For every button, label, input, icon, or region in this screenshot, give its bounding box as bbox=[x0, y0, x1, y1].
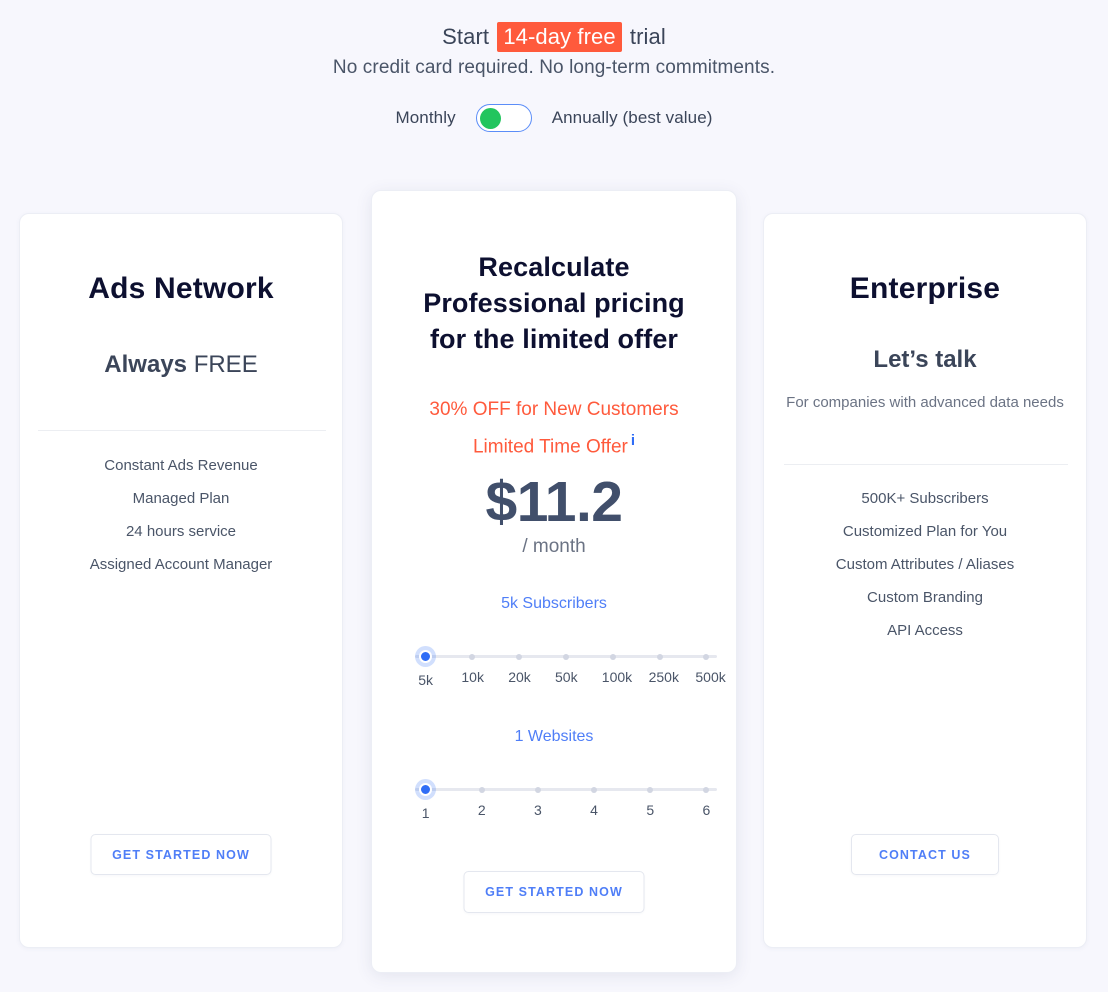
slider-tick[interactable]: 250k bbox=[648, 646, 679, 685]
plan-price-ads-network: Always FREE bbox=[20, 351, 342, 379]
headline-prefix: Start bbox=[442, 24, 490, 49]
slider-tick-label: 4 bbox=[590, 801, 598, 818]
list-item: Custom Branding bbox=[867, 589, 983, 606]
list-item: Customized Plan for You bbox=[842, 523, 1008, 540]
websites-value-label: 1 Websites bbox=[514, 728, 594, 745]
plan-card-ads-network: Ads Network Always FREE Constant Ads Rev… bbox=[19, 213, 343, 948]
promo-offer-text: 30% OFF for New Customers Limited Time O… bbox=[372, 394, 736, 462]
card-divider bbox=[784, 464, 1068, 465]
feature-list-ads-network: Constant Ads Revenue Managed Plan 24 hou… bbox=[20, 449, 342, 581]
card-divider bbox=[38, 430, 326, 431]
plan-price-strong: Let’s talk bbox=[873, 346, 977, 373]
plan-card-professional: Recalculate Professional pricing for the… bbox=[371, 190, 737, 973]
slider-dot bbox=[591, 786, 598, 793]
slider-tick[interactable]: 5 bbox=[639, 779, 661, 818]
headline-subtext: No credit card required. No long-term co… bbox=[332, 57, 776, 78]
plan-title-professional: Recalculate Professional pricing for the… bbox=[372, 249, 736, 357]
slider-tick[interactable]: 1 bbox=[415, 779, 437, 821]
slider-dot bbox=[563, 653, 569, 660]
slider-tick-label: 20k bbox=[508, 668, 531, 685]
slider-dot bbox=[534, 786, 541, 793]
slider-tick[interactable]: 50k bbox=[555, 646, 578, 685]
billing-annual-label[interactable]: Annually (best value) bbox=[552, 108, 713, 128]
promo-line-2-text: Limited Time Offer bbox=[472, 436, 628, 458]
promo-line-2: Limited Time Offer i bbox=[372, 425, 736, 462]
headline-suffix: trial bbox=[629, 24, 666, 49]
plan-price-enterprise: Let’s talk bbox=[764, 346, 1086, 374]
plan-card-enterprise: Enterprise Let’s talk For companies with… bbox=[763, 213, 1087, 948]
headline: Start 14-day free trial bbox=[0, 22, 1108, 52]
list-item: API Access bbox=[887, 622, 963, 639]
slider-tick-label: 10k bbox=[461, 668, 484, 685]
slider-tick[interactable]: 3 bbox=[527, 779, 549, 818]
plan-title-line-1: Recalculate bbox=[478, 252, 630, 282]
price-amount: $11.2 bbox=[485, 470, 624, 534]
slider-tick-label: 5k bbox=[418, 672, 433, 688]
get-started-button-ads-network[interactable]: GET STARTED NOW bbox=[90, 834, 272, 875]
promo-line-1: 30% OFF for New Customers bbox=[429, 399, 679, 420]
slider-tick-label: 100k bbox=[601, 668, 633, 685]
get-started-button-professional[interactable]: GET STARTED NOW bbox=[463, 871, 645, 913]
plan-title-enterprise: Enterprise bbox=[849, 272, 1001, 305]
slider-track[interactable] bbox=[415, 788, 717, 791]
plan-subtitle-enterprise: For companies with advanced data needs bbox=[786, 394, 1064, 411]
slider-tick-label: 250k bbox=[648, 668, 679, 685]
slider-tick[interactable]: 2 bbox=[471, 779, 493, 818]
page-header: Start 14-day free trial No credit card r… bbox=[0, 0, 1108, 82]
plan-title-line-2: Professional pricing bbox=[423, 288, 685, 318]
slider-tick-label: 500k bbox=[695, 668, 726, 685]
list-item: 500K+ Subscribers bbox=[861, 490, 989, 507]
info-icon[interactable]: i bbox=[631, 432, 635, 449]
plan-title-line-3: for the limited offer bbox=[429, 324, 679, 354]
billing-period-switcher: Monthly Annually (best value) bbox=[0, 104, 1108, 132]
slider-dot bbox=[516, 653, 523, 660]
slider-tick-label: 1 bbox=[421, 805, 430, 821]
slider-dot bbox=[609, 653, 616, 660]
subscribers-value-label: 5k Subscribers bbox=[501, 595, 607, 612]
slider-dot bbox=[703, 786, 710, 793]
slider-dot bbox=[419, 783, 433, 796]
slider-tick[interactable]: 100k bbox=[601, 646, 633, 685]
list-item: Constant Ads Revenue bbox=[104, 457, 258, 474]
slider-dot bbox=[419, 650, 433, 663]
slider-tick-label: 2 bbox=[477, 801, 486, 818]
price-period: / month bbox=[522, 536, 586, 557]
list-item: Managed Plan bbox=[132, 490, 230, 507]
slider-tick[interactable]: 5k bbox=[415, 646, 437, 688]
trial-highlight-badge: 14-day free bbox=[497, 22, 622, 52]
feature-list-enterprise: 500K+ Subscribers Customized Plan for Yo… bbox=[764, 482, 1086, 647]
toggle-knob bbox=[479, 107, 501, 129]
contact-us-button[interactable]: CONTACT US bbox=[851, 834, 999, 875]
slider-dot bbox=[647, 786, 654, 793]
plan-title-ads-network: Ads Network bbox=[88, 272, 274, 305]
slider-tick-label: 6 bbox=[702, 801, 711, 818]
slider-tick[interactable]: 500k bbox=[695, 646, 726, 685]
slider-tick[interactable]: 10k bbox=[461, 646, 484, 685]
billing-monthly-label[interactable]: Monthly bbox=[395, 108, 455, 128]
slider-dot bbox=[469, 653, 476, 660]
slider-dot bbox=[656, 653, 663, 660]
slider-dot bbox=[478, 786, 485, 793]
slider-tick[interactable]: 6 bbox=[695, 779, 717, 818]
slider-tick-label: 3 bbox=[534, 801, 542, 818]
slider-tick-label: 5 bbox=[646, 801, 655, 818]
slider-tick[interactable]: 20k bbox=[508, 646, 531, 685]
billing-toggle[interactable] bbox=[475, 104, 532, 132]
slider-dot bbox=[703, 653, 710, 660]
slider-tick-label: 50k bbox=[555, 668, 578, 685]
list-item: 24 hours service bbox=[125, 523, 237, 540]
slider-tick[interactable]: 4 bbox=[583, 779, 605, 818]
list-item: Custom Attributes / Aliases bbox=[835, 556, 1015, 573]
plan-price-rest: FREE bbox=[193, 351, 258, 378]
subscribers-slider[interactable]: 5k 10k 20k 50k 100k 250k 500k bbox=[410, 646, 726, 692]
pricing-cards: Ads Network Always FREE Constant Ads Rev… bbox=[0, 190, 1108, 980]
websites-slider[interactable]: 1 2 3 4 5 6 bbox=[410, 779, 722, 825]
list-item: Assigned Account Manager bbox=[89, 556, 273, 573]
plan-price-strong: Always bbox=[104, 351, 188, 378]
